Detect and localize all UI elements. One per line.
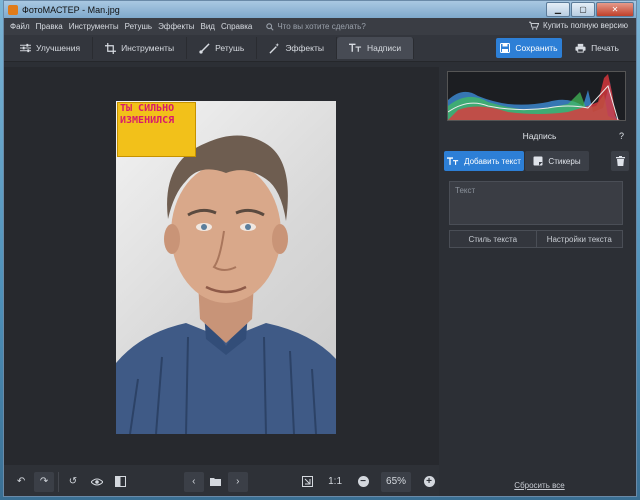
printer-icon — [575, 43, 586, 53]
fit-screen-button[interactable] — [297, 472, 317, 492]
menu-file[interactable]: Файл — [10, 22, 30, 31]
menu-help[interactable]: Справка — [221, 22, 252, 31]
rotate-icon: ↺ — [68, 476, 78, 487]
zoom-in-button[interactable]: + — [419, 472, 439, 492]
delete-button[interactable] — [611, 151, 629, 171]
window-controls: ▁ ▢ ✕ — [546, 2, 634, 17]
divider — [58, 471, 59, 492]
minimize-button[interactable]: ▁ — [546, 2, 570, 17]
rotate-button[interactable]: ↺ — [63, 472, 83, 492]
tab-label: Эффекты — [285, 43, 324, 53]
save-button[interactable]: Сохранить — [496, 38, 562, 58]
maximize-button[interactable]: ▢ — [571, 2, 595, 17]
save-label: Сохранить — [515, 43, 558, 53]
stickers-button[interactable]: Стикеры — [525, 151, 589, 171]
buy-label: Купить полную версию — [543, 21, 628, 30]
open-folder-button[interactable] — [206, 472, 226, 492]
tab-label: Ретушь — [215, 43, 245, 53]
menu-edit[interactable]: Правка — [36, 22, 63, 31]
tab-retouch[interactable]: Ретушь — [187, 37, 258, 59]
zoom-level: 65% — [386, 476, 407, 487]
redo-button[interactable]: ↷ — [34, 471, 55, 492]
buy-full-version-link[interactable]: Купить полную версию — [529, 21, 628, 30]
command-search[interactable]: Что вы хотите сделать? — [266, 22, 366, 31]
print-button[interactable]: Печать — [566, 38, 628, 58]
trash-icon — [615, 156, 625, 166]
sticker-icon — [533, 156, 543, 166]
ratio-label: 1:1 — [328, 476, 343, 487]
reset-all-link[interactable]: Сбросить все — [441, 481, 636, 490]
add-text-label: Добавить текст — [464, 156, 521, 166]
main-toolbar: Улучшения Инструменты Ретушь Эффекты Над… — [4, 35, 636, 62]
undo-icon: ↶ — [16, 476, 26, 487]
crop-icon — [105, 42, 117, 54]
photo[interactable]: ТЫ СИЛЬНО ИЗМЕНИЛСЯ — [116, 101, 336, 434]
histogram — [447, 71, 626, 121]
tab-label: Улучшения — [36, 43, 81, 53]
tab-text-settings[interactable]: Настройки текста — [535, 231, 622, 247]
menu-bar: Файл Правка Инструменты Ретушь Эффекты В… — [4, 18, 636, 35]
chevron-left-icon: ‹ — [192, 476, 196, 487]
text-options-tabs: Стиль текста Настройки текста — [449, 230, 623, 248]
folder-icon — [210, 478, 222, 486]
compare-button[interactable] — [111, 472, 131, 492]
tab-tools[interactable]: Инструменты — [93, 37, 188, 59]
bottom-toolbar: ↶ ↷ ↺ ‹ › 1:1 − 65% + — [4, 465, 439, 496]
cart-icon — [529, 21, 540, 30]
stickers-label: Стикеры — [548, 156, 581, 166]
floppy-disk-icon — [500, 43, 511, 53]
eye-icon — [90, 478, 103, 485]
fit-screen-icon — [301, 476, 313, 487]
previous-image-button[interactable]: ‹ — [183, 471, 204, 492]
tab-captions[interactable]: Надписи — [336, 37, 415, 59]
tab-label: Инструменты — [121, 43, 175, 53]
zoom-level-field[interactable]: 65% — [381, 471, 411, 492]
menu-tools[interactable]: Инструменты — [69, 22, 119, 31]
tab-effects[interactable]: Эффекты — [257, 37, 337, 59]
help-icon[interactable]: ? — [619, 131, 624, 141]
actual-size-button[interactable]: 1:1 — [325, 472, 345, 492]
histogram-graph — [447, 74, 620, 121]
right-panel: Надпись ? Добавить текст Стикеры Текст С… — [441, 67, 636, 496]
image-canvas[interactable]: ТЫ СИЛЬНО ИЗМЕНИЛСЯ — [4, 67, 439, 465]
panel-title: Надпись — [522, 131, 557, 141]
search-icon — [266, 22, 274, 31]
zoom-in-icon: + — [423, 476, 435, 487]
sticker-line: ТЫ СИЛЬНО — [120, 103, 175, 114]
caption-text-input[interactable]: Текст — [449, 181, 623, 225]
brush-icon — [199, 42, 210, 54]
magic-wand-icon — [269, 42, 280, 54]
tab-enhancements[interactable]: Улучшения — [8, 37, 94, 59]
preview-button[interactable] — [87, 472, 107, 492]
add-text-button[interactable]: Добавить текст — [444, 151, 524, 171]
text-sticker[interactable]: ТЫ СИЛЬНО ИЗМЕНИЛСЯ — [117, 102, 196, 157]
tab-text-style[interactable]: Стиль текста — [450, 231, 536, 247]
menu-view[interactable]: Вид — [200, 22, 214, 31]
close-button[interactable]: ✕ — [596, 2, 634, 17]
search-input[interactable]: Что вы хотите сделать? — [277, 22, 365, 31]
menu-retouch[interactable]: Ретушь — [125, 22, 153, 31]
zoom-out-icon: − — [357, 476, 369, 487]
window-title: ФотоМАСТЕР - Man.jpg — [22, 4, 120, 15]
print-label: Печать — [591, 43, 619, 53]
tab-label: Надписи — [366, 43, 402, 53]
menu-effects[interactable]: Эффекты — [158, 22, 194, 31]
app-window: ФотоМАСТЕР - Man.jpg ▁ ▢ ✕ Файл Правка И… — [3, 0, 637, 497]
text-icon — [348, 43, 362, 52]
zoom-out-button[interactable]: − — [353, 472, 373, 492]
title-bar: ФотоМАСТЕР - Man.jpg ▁ ▢ ✕ — [4, 1, 636, 18]
app-logo-icon — [8, 4, 18, 15]
sliders-icon — [20, 43, 31, 53]
undo-button[interactable]: ↶ — [11, 472, 31, 492]
compare-icon — [115, 476, 127, 487]
redo-icon: ↷ — [39, 476, 49, 487]
chevron-right-icon: › — [236, 476, 240, 487]
text-icon — [447, 156, 459, 165]
next-image-button[interactable]: › — [227, 471, 248, 492]
sticker-line: ИЗМЕНИЛСЯ — [120, 115, 175, 126]
